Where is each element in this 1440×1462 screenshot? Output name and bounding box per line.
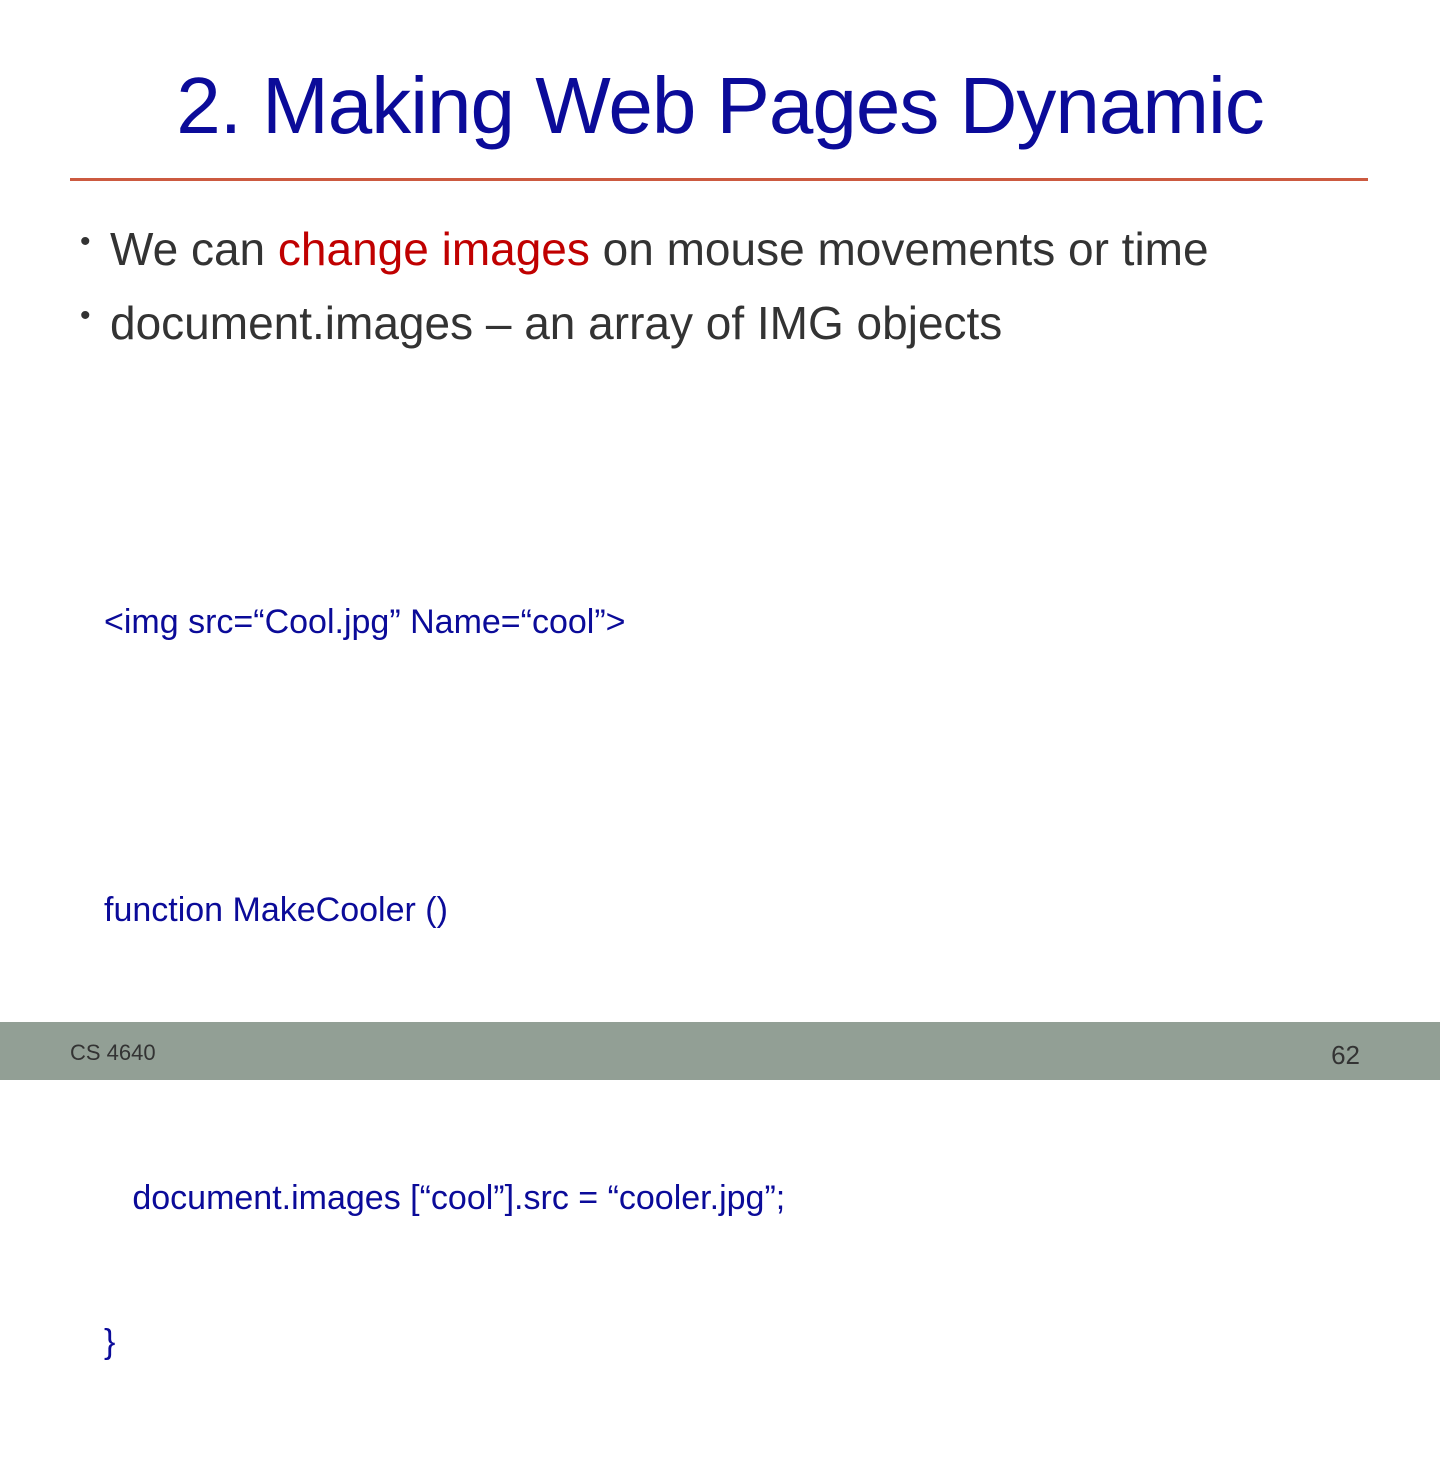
page-number: 62 — [1331, 1040, 1360, 1070]
code-sample: <img src=“Cool.jpg” Name=“cool”> functio… — [104, 502, 1304, 1462]
bullet-marker: • — [80, 299, 91, 332]
course-label: CS 4640 — [70, 1040, 156, 1065]
code-line-assignment: document.images [“cool”].src = “cooler.j… — [104, 1179, 786, 1217]
highlighted-phrase: change images — [277, 223, 590, 275]
slide: 2. Making Web Pages Dynamic • We can cha… — [0, 0, 1440, 1361]
code-line-close-brace: } — [104, 1323, 116, 1361]
bullet-marker: • — [80, 225, 91, 258]
footer-bar: CS 4640 62 — [0, 1022, 1440, 1080]
bullet-text-start: We can — [110, 223, 278, 275]
bullet-item-document-images: • document.images – an array of IMG obje… — [80, 286, 1380, 360]
code-line-img-tag: <img src=“Cool.jpg” Name=“cool”> — [104, 603, 626, 641]
bullet-text: document.images – an array of IMG object… — [110, 297, 1003, 349]
code-line-function-decl: function MakeCooler () — [104, 891, 448, 929]
title-divider — [70, 178, 1368, 181]
slide-title: 2. Making Web Pages Dynamic — [176, 61, 1265, 150]
bullet-text-end: on mouse movements or time — [589, 223, 1209, 275]
bullet-item-change-images: • We can change images on mouse movement… — [80, 212, 1380, 286]
bullet-list: • We can change images on mouse movement… — [80, 212, 1380, 360]
